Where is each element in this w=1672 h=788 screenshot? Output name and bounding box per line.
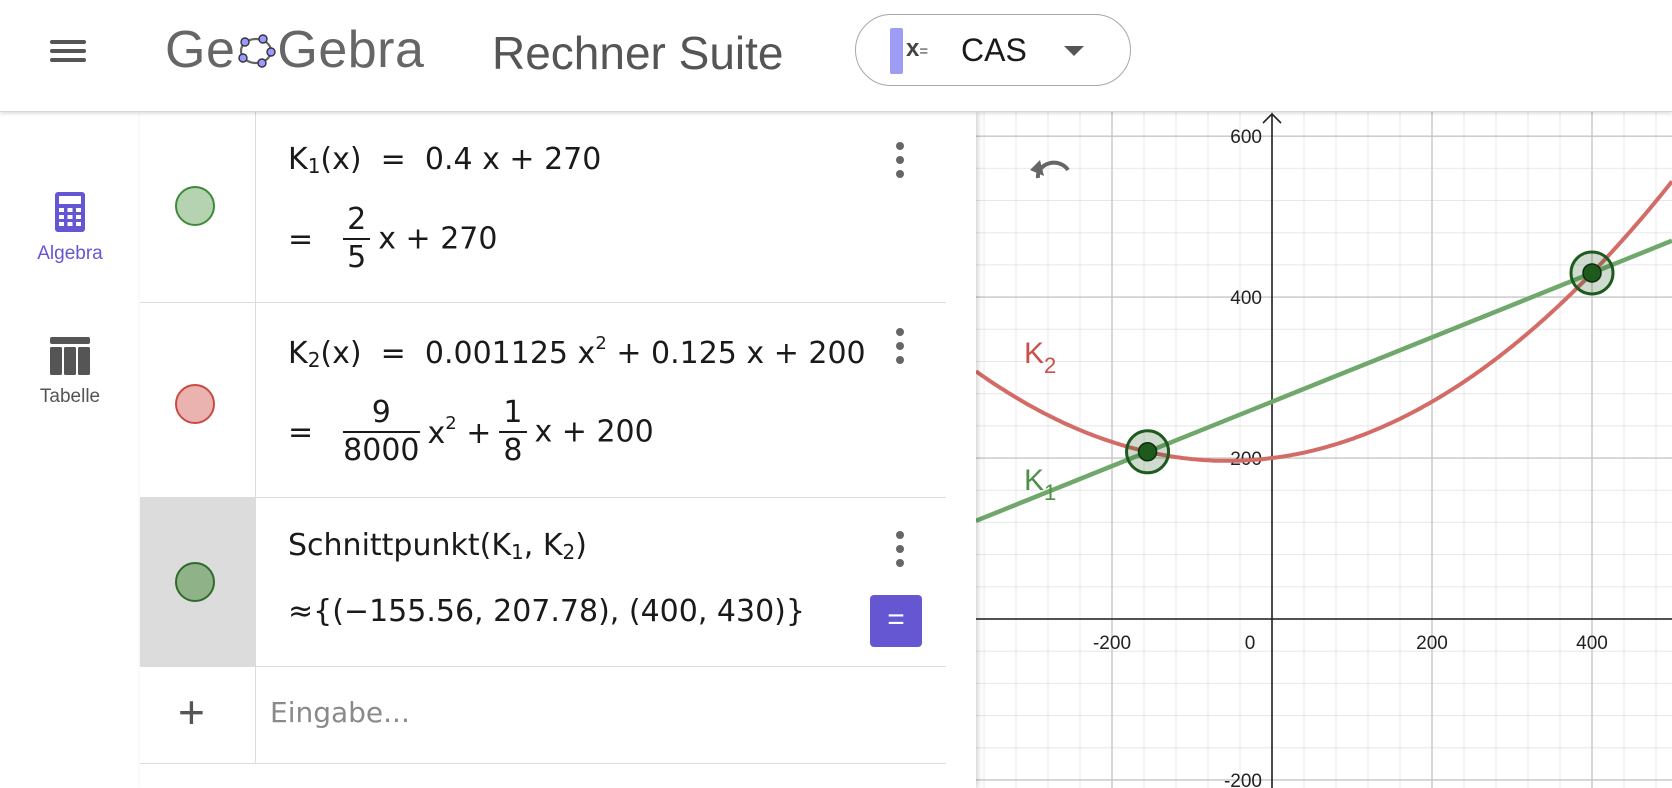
visibility-toggle[interactable] [175,562,215,602]
more-options-icon[interactable] [890,328,910,368]
app-header: Ge Gebra Rechner Suite x= CAS [0,0,1672,112]
plus-icon[interactable]: + [178,689,205,735]
algebra-input-row: + [140,667,946,764]
left-sidebar: Algebra Tabelle [0,112,140,788]
algebra-view: K1(x) = 0.4 x + 270 = 2 5 x + 270 K2(x) = 0… [140,112,976,788]
more-options-icon[interactable] [890,142,910,182]
marble-column [140,112,256,302]
cas-icon: x= [906,35,929,62]
output-intersection: ≈{(−155.56, 207.78), (400, 430)} [288,594,805,629]
app-picker-label: CAS [961,32,1027,68]
algebra-row-k1[interactable]: K1(x) = 0.4 x + 270 = 2 5 x + 270 [140,112,946,303]
chevron-down-icon [1064,46,1084,56]
intersection-point[interactable] [1137,442,1158,462]
x-tick-label: -200 [1093,633,1131,654]
y-tick-label: 400 [1230,288,1262,309]
menu-icon[interactable] [46,36,90,66]
page-title: Rechner Suite [492,27,784,79]
algebra-row-intersection[interactable]: Schnittpunkt(K1, K2) ≈{(−155.56, 207.78)… [140,498,946,667]
app-color-swatch [890,28,903,74]
more-options-icon[interactable] [890,531,910,571]
definition-k2[interactable]: K2(x) = 0.001125 x2 + 0.125 x + 200 [288,333,866,372]
algebra-row-k2[interactable]: K2(x) = 0.001125 x2 + 0.125 x + 200 = 9 80… [140,303,946,498]
output-k2: = 9 8000 x2 +1 8 x + 200 [288,395,654,468]
undo-icon[interactable] [1026,148,1074,188]
marble-column [140,498,256,666]
intersection-point[interactable] [1582,263,1602,283]
sidebar-item-label: Tabelle [39,386,101,407]
sidebar-item-tabelle[interactable]: Tabelle [0,337,140,408]
output-k1: = 2 5 x + 270 [288,202,498,275]
y-tick-label: -200 [1224,771,1262,788]
marble-column: + [140,667,256,763]
visibility-toggle[interactable] [175,384,215,424]
graphics-canvas[interactable]: -200 0 200 400 600 400 200 -200 K2 K1 [976,112,1672,788]
curve-labels: K2 K1 [1024,337,1056,505]
table-icon [50,337,90,375]
minor-grid [976,112,1672,788]
curve-label-k2: K2 [1024,337,1056,378]
visibility-toggle[interactable] [175,186,215,226]
output-toggle-button[interactable]: = [870,595,922,647]
logo-text-left: Ge [165,21,236,79]
y-tick-labels: 600 400 200 -200 [1224,127,1262,788]
marble-column [140,303,256,497]
logo-mark-icon [238,34,277,68]
definition-k1[interactable]: K1(x) = 0.4 x + 270 [288,142,601,178]
sidebar-item-algebra[interactable]: Algebra [0,192,140,265]
x-tick-label: 0 [1245,633,1256,654]
y-tick-label: 600 [1230,127,1262,148]
geogebra-logo: Ge Gebra [165,20,424,80]
input-bar[interactable] [270,677,920,747]
x-tick-label: 200 [1416,633,1448,654]
logo-text-right: Gebra [277,21,425,79]
x-tick-label: 400 [1576,633,1608,654]
sidebar-item-label: Algebra [37,243,103,264]
calculator-icon [55,192,85,232]
graphics-view[interactable]: -200 0 200 400 600 400 200 -200 K2 K1 [976,112,1672,788]
app-picker-dropdown[interactable]: x= CAS [855,14,1131,86]
definition-intersection[interactable]: Schnittpunkt(K1, K2) [288,528,587,564]
